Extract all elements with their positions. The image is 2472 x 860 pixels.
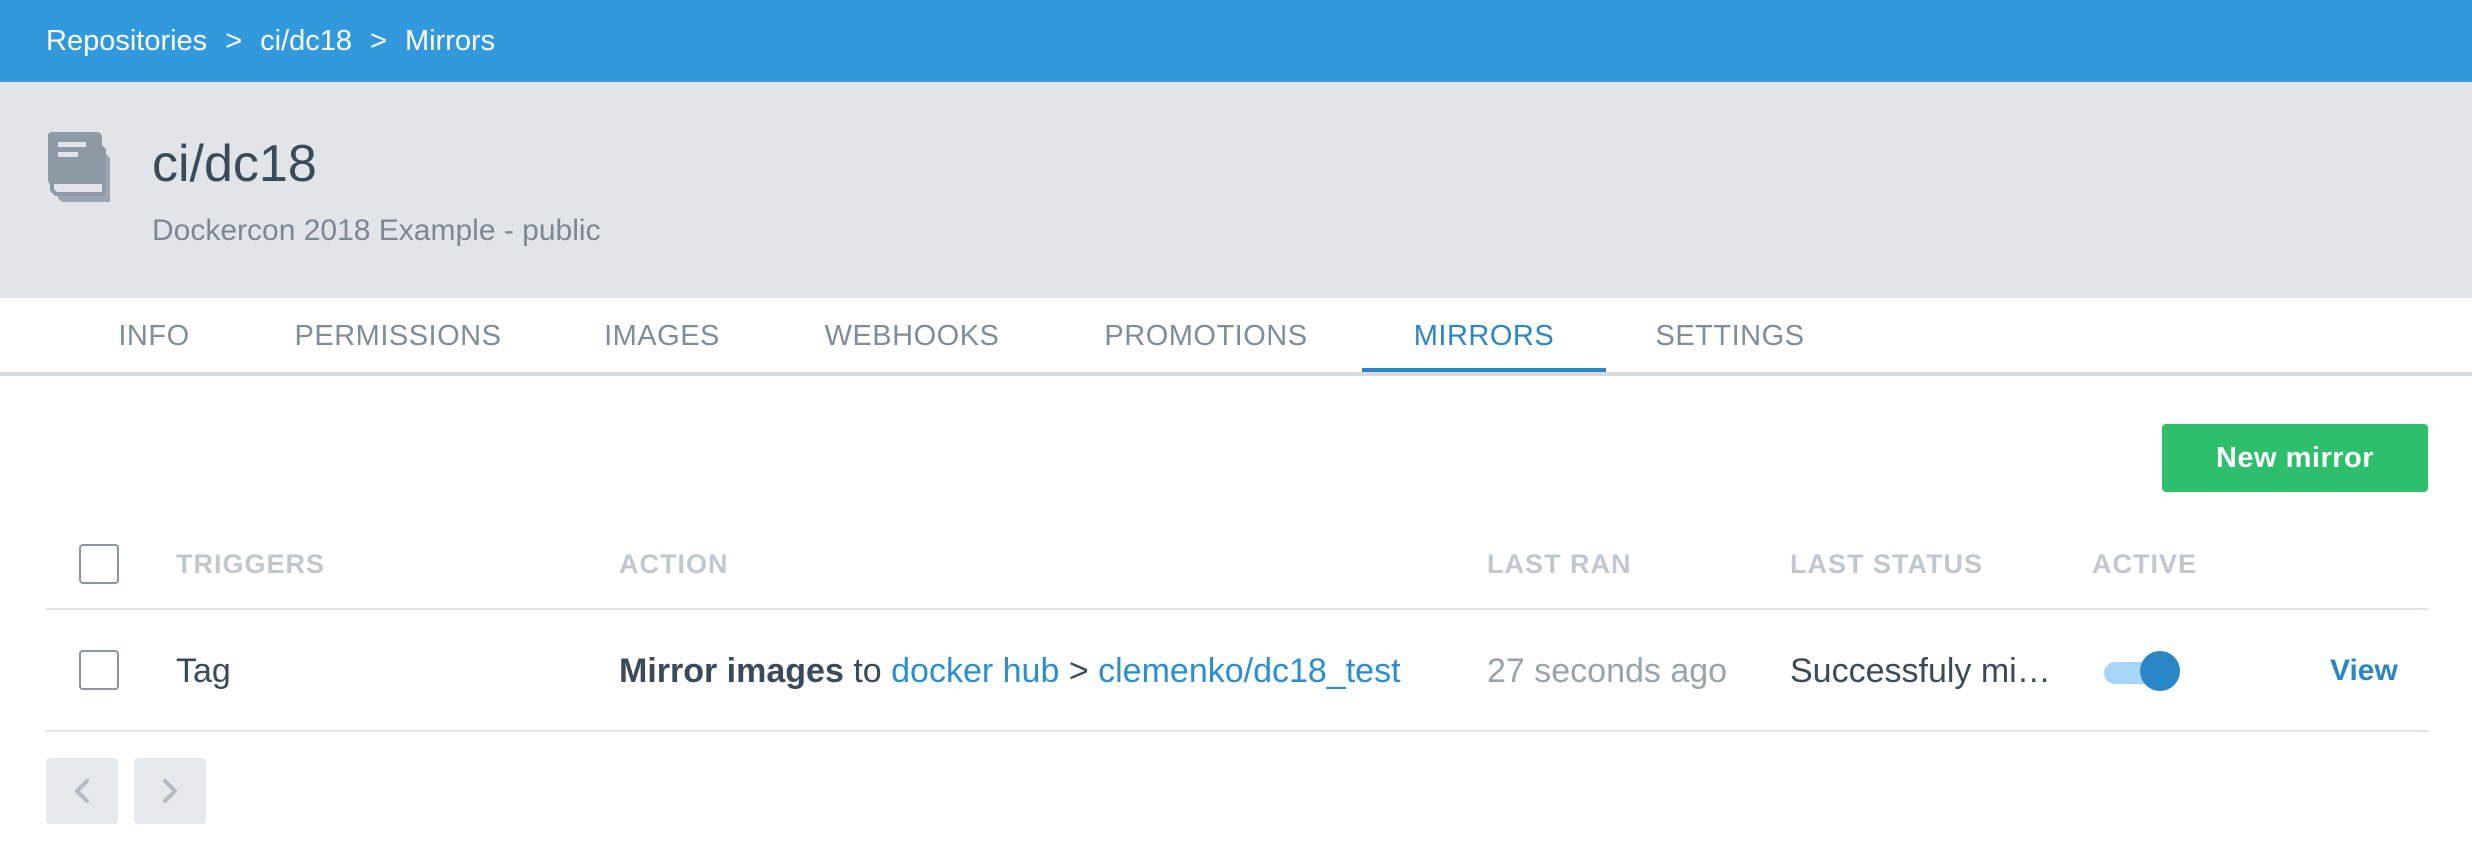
action-separator: > bbox=[1068, 652, 1089, 690]
tab-webhooks[interactable]: WEBHOOKS bbox=[818, 298, 1006, 376]
breadcrumb-separator: > bbox=[225, 24, 243, 57]
breadcrumb-repositories[interactable]: Repositories bbox=[46, 25, 207, 58]
repo-header: ci/dc18 Dockercon 2018 Example - public bbox=[0, 82, 2472, 298]
page-title: ci/dc18 bbox=[152, 135, 317, 193]
active-tab-indicator bbox=[1362, 368, 1606, 372]
column-header-triggers: TRIGGERS bbox=[176, 549, 326, 579]
table-row: Tag Mirror images to docker hub > clemen… bbox=[46, 610, 2428, 732]
new-mirror-button[interactable]: New mirror bbox=[2162, 424, 2428, 492]
breadcrumb-current: Mirrors bbox=[404, 24, 496, 57]
action-cell: Mirror images to docker hub > clemenko/d… bbox=[619, 610, 1401, 732]
action-verb: Mirror images bbox=[619, 652, 844, 690]
next-page-button[interactable] bbox=[134, 758, 206, 824]
repo-description: Dockercon 2018 Example - public bbox=[152, 214, 601, 247]
tab-permissions[interactable]: PERMISSIONS bbox=[290, 298, 506, 376]
breadcrumb-separator: > bbox=[370, 24, 387, 57]
tab-info[interactable]: INFO bbox=[96, 298, 212, 376]
select-all-checkbox[interactable] bbox=[79, 544, 119, 584]
tab-mirrors[interactable]: MIRRORS bbox=[1362, 298, 1606, 376]
action-repo-link[interactable]: clemenko/dc18_test bbox=[1098, 652, 1400, 690]
repository-stack-icon bbox=[48, 132, 110, 202]
tab-images[interactable]: IMAGES bbox=[592, 298, 732, 376]
column-header-last-ran: LAST RAN bbox=[1487, 549, 1632, 579]
last-ran-cell: 27 seconds ago bbox=[1487, 652, 1728, 690]
column-header-last-status: LAST STATUS bbox=[1790, 549, 1983, 579]
action-target-link[interactable]: docker hub bbox=[891, 652, 1059, 690]
breadcrumb: Repositories > ci/dc18 > Mirrors bbox=[0, 0, 2472, 82]
row-select-checkbox[interactable] bbox=[79, 650, 119, 690]
last-status-cell: Successfuly mirr... bbox=[1790, 652, 2060, 690]
chevron-left-icon bbox=[75, 779, 89, 803]
breadcrumb-repo[interactable]: ci/dc18 bbox=[260, 25, 352, 58]
column-header-active: ACTIVE bbox=[2092, 549, 2198, 579]
tab-bar: INFO PERMISSIONS IMAGES WEBHOOKS PROMOTI… bbox=[0, 298, 2472, 376]
action-to: to bbox=[853, 652, 882, 690]
tab-settings[interactable]: SETTINGS bbox=[1648, 298, 1812, 376]
chevron-right-icon bbox=[163, 779, 177, 803]
table-header: TRIGGERS ACTION LAST RAN LAST STATUS ACT… bbox=[46, 528, 2428, 610]
tab-promotions[interactable]: PROMOTIONS bbox=[1098, 298, 1314, 376]
trigger-cell: Tag bbox=[176, 652, 231, 690]
previous-page-button[interactable] bbox=[46, 758, 118, 824]
active-toggle[interactable] bbox=[2102, 651, 2182, 691]
column-header-action: ACTION bbox=[619, 549, 729, 579]
toggle-knob bbox=[2140, 651, 2180, 691]
view-link[interactable]: View bbox=[2330, 610, 2398, 732]
